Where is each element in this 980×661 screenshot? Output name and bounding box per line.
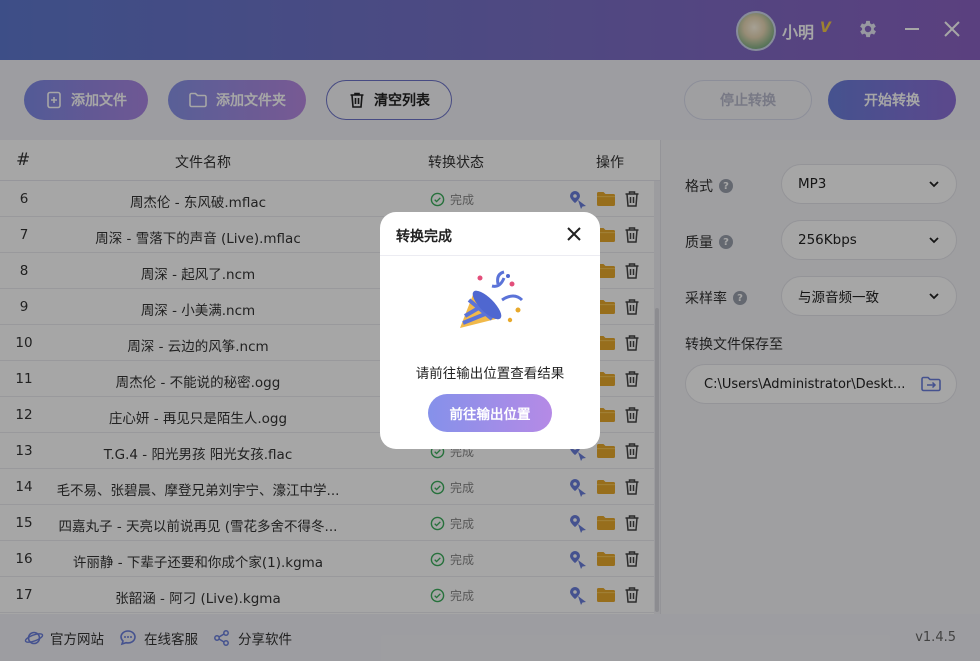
party-popper-icon (460, 270, 524, 328)
dialog-title: 转换完成 (396, 229, 452, 245)
open-output-button[interactable]: 前往输出位置 (428, 394, 552, 432)
conversion-complete-dialog: 转换完成 请前往输出位置查看结果 前往输出位置 (380, 212, 600, 449)
dialog-header: 转换完成 (380, 212, 600, 256)
dialog-message: 请前往输出位置查看结果 (415, 366, 565, 382)
close-icon[interactable] (564, 224, 584, 244)
